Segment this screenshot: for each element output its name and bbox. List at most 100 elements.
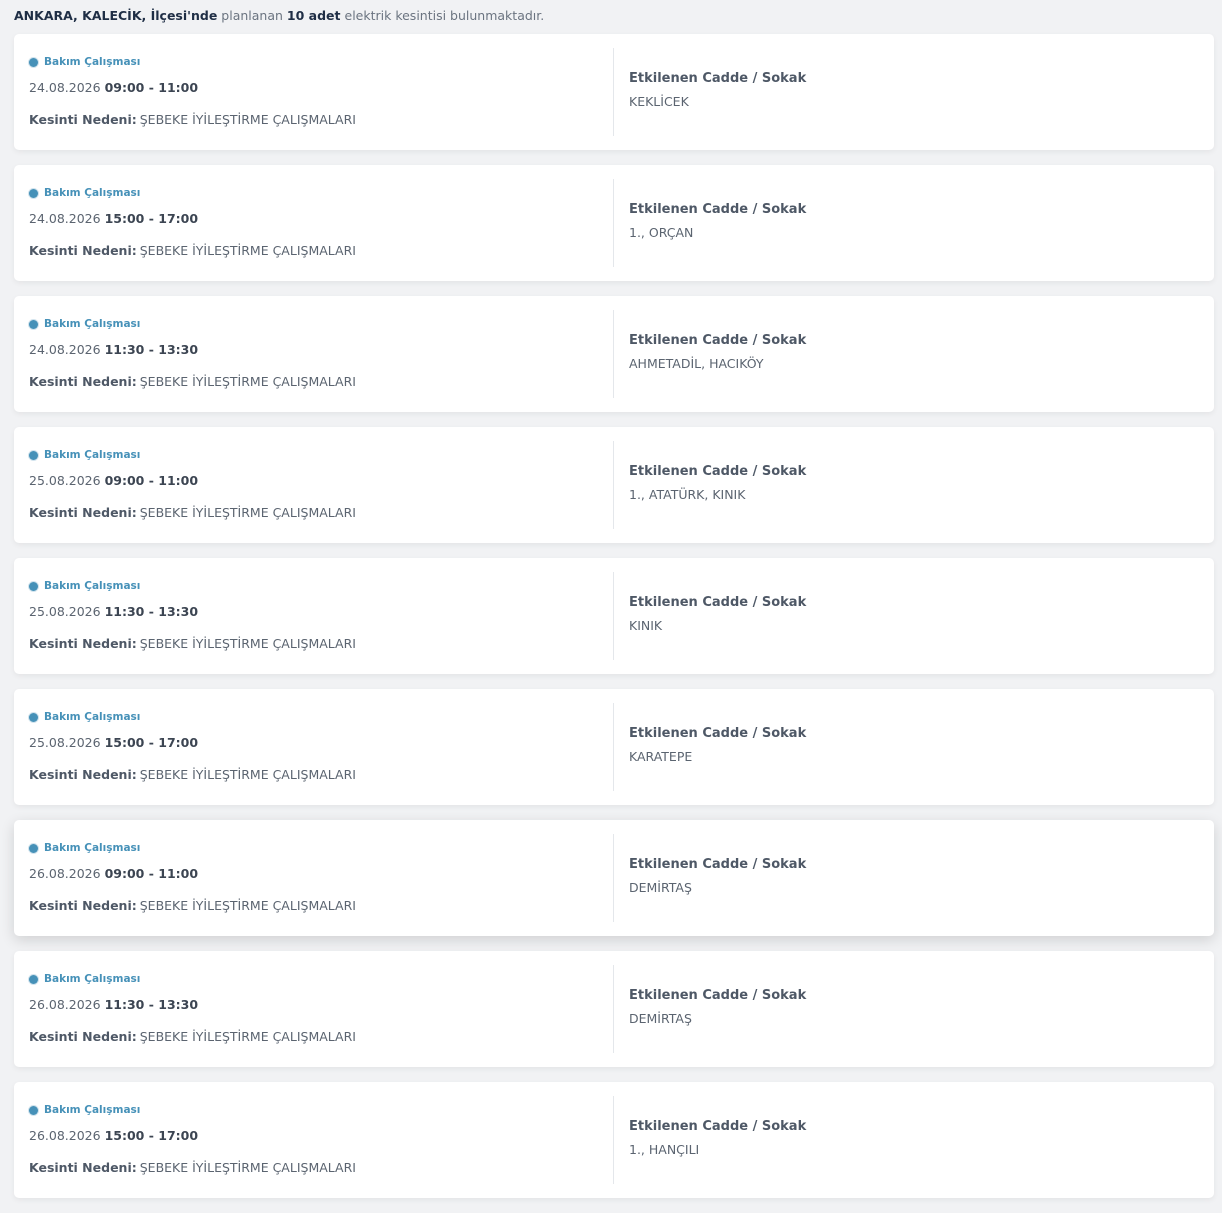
outage-type: Bakım Çalışması: [29, 54, 356, 70]
outage-info: Bakım Çalışması 25.08.2026 09:00 - 11:00 …: [29, 447, 356, 520]
reason-value: ŞEBEKE İYİLEŞTİRME ÇALIŞMALARI: [139, 1029, 356, 1044]
affected-streets-value: DEMİRTAŞ: [629, 1011, 692, 1026]
outage-card[interactable]: Bakım Çalışması 24.08.2026 09:00 - 11:00 …: [14, 34, 1214, 150]
outage-hours: 11:30 - 13:30: [104, 997, 199, 1012]
outage-type-label: Bakım Çalışması: [44, 449, 141, 461]
affected-streets-title: Etkilenen Cadde / Sokak: [629, 595, 807, 610]
affected-streets-value: 1., ATATÜRK, KINIK: [629, 487, 746, 502]
outage-date: 25.08.2026: [29, 473, 101, 488]
outage-type: Bakım Çalışması: [29, 709, 356, 725]
outage-card[interactable]: Bakım Çalışması 25.08.2026 15:00 - 17:00 …: [14, 689, 1214, 805]
status-dot-icon: [29, 1105, 38, 1115]
outage-card[interactable]: Bakım Çalışması 24.08.2026 15:00 - 17:00 …: [14, 165, 1214, 281]
summary-count: 10 adet: [286, 8, 341, 23]
outage-info: Bakım Çalışması 24.08.2026 11:30 - 13:30 …: [29, 316, 356, 389]
affected-streets-title: Etkilenen Cadde / Sokak: [629, 726, 807, 741]
outage-type: Bakım Çalışması: [29, 578, 356, 594]
outage-type-label: Bakım Çalışması: [44, 711, 141, 723]
outage-info: Bakım Çalışması 25.08.2026 15:00 - 17:00 …: [29, 709, 356, 782]
outage-time: 25.08.2026 11:30 - 13:30: [29, 604, 356, 619]
card-divider: [613, 572, 614, 660]
outage-type-label: Bakım Çalışması: [44, 1104, 141, 1116]
card-divider: [613, 965, 614, 1053]
reason-label: Kesinti Nedeni:: [29, 112, 137, 127]
reason-value: ŞEBEKE İYİLEŞTİRME ÇALIŞMALARI: [139, 898, 356, 913]
outage-type-label: Bakım Çalışması: [44, 580, 141, 592]
outage-card[interactable]: Bakım Çalışması 24.08.2026 11:30 - 13:30 …: [14, 296, 1214, 412]
affected-streets-title: Etkilenen Cadde / Sokak: [629, 202, 807, 217]
summary-suffix: elektrik kesintisi bulunmaktadır.: [344, 8, 545, 23]
outage-type-label: Bakım Çalışması: [44, 56, 141, 68]
outage-summary: ANKARA, KALECİK, İlçesi'nde planlanan 10…: [14, 7, 544, 24]
outage-type-label: Bakım Çalışması: [44, 187, 141, 199]
status-dot-icon: [29, 974, 38, 984]
outage-card[interactable]: Bakım Çalışması 25.08.2026 11:30 - 13:30 …: [14, 558, 1214, 674]
affected-streets-title: Etkilenen Cadde / Sokak: [629, 1119, 807, 1134]
outage-date: 24.08.2026: [29, 80, 101, 95]
outage-date: 26.08.2026: [29, 997, 101, 1012]
outage-info: Bakım Çalışması 24.08.2026 15:00 - 17:00 …: [29, 185, 356, 258]
outage-hours: 11:30 - 13:30: [104, 604, 199, 619]
affected-streets-value: KINIK: [629, 618, 663, 633]
affected-streets: Etkilenen Cadde / Sokak KARATEPE: [629, 726, 806, 764]
outage-reason: Kesinti Nedeni: ŞEBEKE İYİLEŞTİRME ÇALIŞM…: [29, 636, 356, 651]
outage-info: Bakım Çalışması 26.08.2026 15:00 - 17:00 …: [29, 1102, 356, 1175]
affected-streets: Etkilenen Cadde / Sokak DEMİRTAŞ: [629, 988, 806, 1026]
card-divider: [613, 703, 614, 791]
outage-card[interactable]: Bakım Çalışması 26.08.2026 11:30 - 13:30 …: [14, 951, 1214, 1067]
outage-hours: 09:00 - 11:00: [104, 473, 199, 488]
outage-type: Bakım Çalışması: [29, 1102, 356, 1118]
affected-streets-title: Etkilenen Cadde / Sokak: [629, 988, 807, 1003]
outage-hours: 09:00 - 11:00: [104, 80, 199, 95]
summary-location: ANKARA, KALECİK, İlçesi'nde: [14, 8, 218, 23]
outage-type: Bakım Çalışması: [29, 971, 356, 987]
affected-streets-value: 1., ORÇAN: [629, 225, 694, 240]
status-dot-icon: [29, 450, 38, 460]
reason-label: Kesinti Nedeni:: [29, 767, 137, 782]
outage-reason: Kesinti Nedeni: ŞEBEKE İYİLEŞTİRME ÇALIŞM…: [29, 767, 356, 782]
outage-time: 24.08.2026 15:00 - 17:00: [29, 211, 356, 226]
outage-list: Bakım Çalışması 24.08.2026 09:00 - 11:00 …: [14, 34, 1214, 1213]
outage-card[interactable]: Bakım Çalışması 25.08.2026 09:00 - 11:00 …: [14, 427, 1214, 543]
outage-hours: 15:00 - 17:00: [104, 1128, 199, 1143]
outage-date: 24.08.2026: [29, 342, 101, 357]
outage-card[interactable]: Bakım Çalışması 26.08.2026 15:00 - 17:00 …: [14, 1082, 1214, 1198]
reason-label: Kesinti Nedeni:: [29, 636, 137, 651]
outage-hours: 15:00 - 17:00: [104, 735, 199, 750]
outage-reason: Kesinti Nedeni: ŞEBEKE İYİLEŞTİRME ÇALIŞM…: [29, 374, 356, 389]
reason-label: Kesinti Nedeni:: [29, 1029, 137, 1044]
outage-reason: Kesinti Nedeni: ŞEBEKE İYİLEŞTİRME ÇALIŞM…: [29, 1029, 356, 1044]
outage-time: 25.08.2026 15:00 - 17:00: [29, 735, 356, 750]
card-divider: [613, 179, 614, 267]
status-dot-icon: [29, 188, 38, 198]
reason-value: ŞEBEKE İYİLEŞTİRME ÇALIŞMALARI: [139, 1160, 356, 1175]
reason-value: ŞEBEKE İYİLEŞTİRME ÇALIŞMALARI: [139, 112, 356, 127]
reason-value: ŞEBEKE İYİLEŞTİRME ÇALIŞMALARI: [139, 767, 356, 782]
outage-time: 24.08.2026 09:00 - 11:00: [29, 80, 356, 95]
outage-type-label: Bakım Çalışması: [44, 318, 141, 330]
outage-type: Bakım Çalışması: [29, 447, 356, 463]
affected-streets: Etkilenen Cadde / Sokak KEKLİCEK: [629, 71, 806, 109]
outage-date: 24.08.2026: [29, 211, 101, 226]
reason-label: Kesinti Nedeni:: [29, 1160, 137, 1175]
outage-time: 24.08.2026 11:30 - 13:30: [29, 342, 356, 357]
reason-label: Kesinti Nedeni:: [29, 243, 137, 258]
reason-value: ŞEBEKE İYİLEŞTİRME ÇALIŞMALARI: [139, 505, 356, 520]
outage-card[interactable]: Bakım Çalışması 26.08.2026 09:00 - 11:00 …: [14, 820, 1214, 936]
affected-streets-value: 1., HANÇILI: [629, 1142, 700, 1157]
card-divider: [613, 310, 614, 398]
reason-value: ŞEBEKE İYİLEŞTİRME ÇALIŞMALARI: [139, 243, 356, 258]
outage-date: 26.08.2026: [29, 1128, 101, 1143]
card-divider: [613, 48, 614, 136]
reason-label: Kesinti Nedeni:: [29, 374, 137, 389]
outage-info: Bakım Çalışması 26.08.2026 09:00 - 11:00 …: [29, 840, 356, 913]
affected-streets: Etkilenen Cadde / Sokak 1., HANÇILI: [629, 1119, 806, 1157]
affected-streets: Etkilenen Cadde / Sokak KINIK: [629, 595, 806, 633]
outage-info: Bakım Çalışması 25.08.2026 11:30 - 13:30 …: [29, 578, 356, 651]
affected-streets-value: AHMETADİL, HACIKÖY: [629, 356, 764, 371]
reason-label: Kesinti Nedeni:: [29, 898, 137, 913]
outage-time: 26.08.2026 15:00 - 17:00: [29, 1128, 356, 1143]
outage-type: Bakım Çalışması: [29, 316, 356, 332]
affected-streets-value: DEMİRTAŞ: [629, 880, 692, 895]
outage-time: 26.08.2026 09:00 - 11:00: [29, 866, 356, 881]
